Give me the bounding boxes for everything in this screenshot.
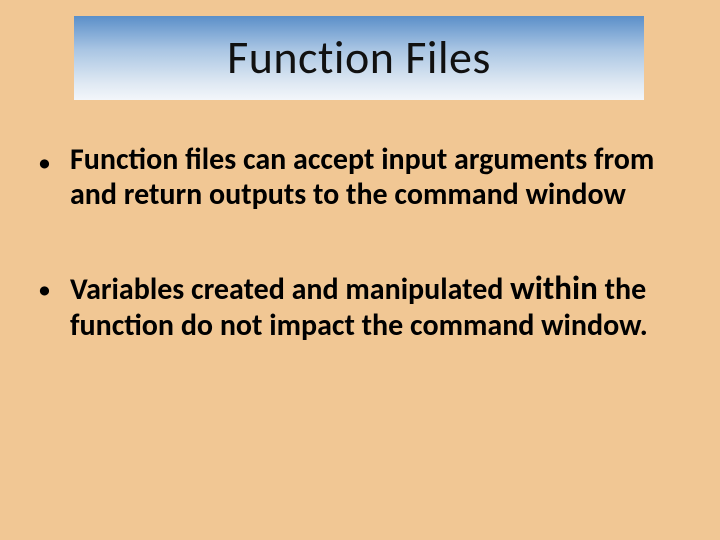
bullet-marker: • <box>38 269 70 304</box>
slide-title: Function Files <box>227 30 491 86</box>
bullet-list: • Function files can accept input argume… <box>38 142 682 399</box>
bullet-text-prefix: Variables created and manipulated <box>70 271 510 308</box>
bullet-text-emph: within <box>510 268 598 308</box>
title-bar: Function Files <box>74 16 644 100</box>
bullet-text: Variables created and manipulated within… <box>70 269 682 343</box>
bullet-item: • Function files can accept input argume… <box>38 142 682 213</box>
bullet-text: Function files can accept input argument… <box>70 142 682 213</box>
bullet-item: • Variables created and manipulated with… <box>38 269 682 343</box>
bullet-marker: • <box>38 142 70 177</box>
